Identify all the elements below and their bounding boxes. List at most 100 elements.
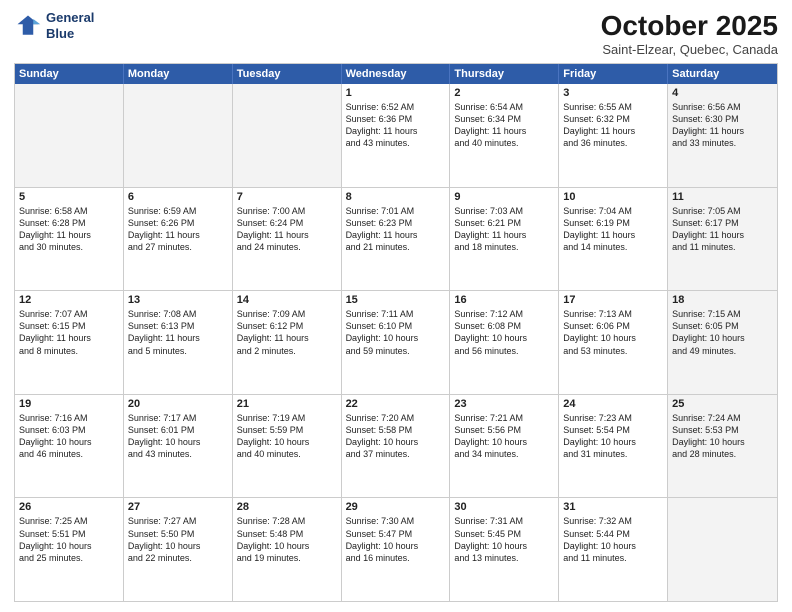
calendar-day-25: 25Sunrise: 7:24 AM Sunset: 5:53 PM Dayli… xyxy=(668,395,777,498)
day-info: Sunrise: 7:28 AM Sunset: 5:48 PM Dayligh… xyxy=(237,515,337,564)
day-number: 9 xyxy=(454,191,554,203)
weekday-header-wednesday: Wednesday xyxy=(342,64,451,84)
day-info: Sunrise: 7:05 AM Sunset: 6:17 PM Dayligh… xyxy=(672,205,773,254)
calendar-week-5: 26 Sunrise: 7:25 AM Sunset: 5:51 PM Dayli… xyxy=(15,497,777,601)
day-info: Sunrise: 6:52 AM Sunset: 6:36 PM Dayligh… xyxy=(346,101,446,150)
calendar-body: 1 Sunrise: 6:52 AM Sunset: 6:36 PM Daylig… xyxy=(15,84,777,601)
day-number: 5 xyxy=(19,191,119,203)
calendar-empty-cell xyxy=(15,84,124,187)
calendar-day-11: 11 Sunrise: 7:05 AM Sunset: 6:17 PM Dayli… xyxy=(668,188,777,291)
day-number: 6 xyxy=(128,191,228,203)
day-info: Sunrise: 7:07 AM Sunset: 6:15 PM Dayligh… xyxy=(19,308,119,357)
calendar-day-24: 24 Sunrise: 7:23 AM Sunset: 5:54 PM Dayli… xyxy=(559,395,668,498)
header: General Blue October 2025 Saint-Elzear, … xyxy=(14,10,778,57)
day-number: 27 xyxy=(128,501,228,513)
calendar-week-2: 5 Sunrise: 6:58 AM Sunset: 6:28 PM Daylig… xyxy=(15,187,777,291)
day-info: Sunrise: 7:09 AM Sunset: 6:12 PM Dayligh… xyxy=(237,308,337,357)
logo-line2: Blue xyxy=(46,26,74,41)
day-info: Sunrise: 7:27 AM Sunset: 5:50 PM Dayligh… xyxy=(128,515,228,564)
day-info: Sunrise: 7:23 AM Sunset: 5:54 PM Dayligh… xyxy=(563,412,663,461)
calendar-day-27: 27 Sunrise: 7:27 AM Sunset: 5:50 PM Dayli… xyxy=(124,498,233,601)
day-number: 25 xyxy=(672,398,773,410)
calendar-day-20: 20 Sunrise: 7:17 AM Sunset: 6:01 PM Dayli… xyxy=(124,395,233,498)
calendar-day-19: 19 Sunrise: 7:16 AM Sunset: 6:03 PM Dayli… xyxy=(15,395,124,498)
day-number: 21 xyxy=(237,398,337,410)
day-info: Sunrise: 6:59 AM Sunset: 6:26 PM Dayligh… xyxy=(128,205,228,254)
day-number: 28 xyxy=(237,501,337,513)
calendar-empty-cell xyxy=(124,84,233,187)
day-info: Sunrise: 7:30 AM Sunset: 5:47 PM Dayligh… xyxy=(346,515,446,564)
day-number: 7 xyxy=(237,191,337,203)
calendar-day-17: 17Sunrise: 7:13 AM Sunset: 6:06 PM Dayli… xyxy=(559,291,668,394)
weekday-header-saturday: Saturday xyxy=(668,64,777,84)
calendar-day-22: 22 Sunrise: 7:20 AM Sunset: 5:58 PM Dayli… xyxy=(342,395,451,498)
calendar-day-15: 15Sunrise: 7:11 AM Sunset: 6:10 PM Dayli… xyxy=(342,291,451,394)
calendar-day-16: 16 Sunrise: 7:12 AM Sunset: 6:08 PM Dayli… xyxy=(450,291,559,394)
day-number: 22 xyxy=(346,398,446,410)
calendar-day-4: 4 Sunrise: 6:56 AM Sunset: 6:30 PM Daylig… xyxy=(668,84,777,187)
day-number: 11 xyxy=(672,191,773,203)
day-info: Sunrise: 7:11 AM Sunset: 6:10 PM Dayligh… xyxy=(346,308,446,357)
calendar-day-2: 2Sunrise: 6:54 AM Sunset: 6:34 PM Daylig… xyxy=(450,84,559,187)
logo-line1: General xyxy=(46,10,94,25)
day-info: Sunrise: 7:16 AM Sunset: 6:03 PM Dayligh… xyxy=(19,412,119,461)
day-info: Sunrise: 7:19 AM Sunset: 5:59 PM Dayligh… xyxy=(237,412,337,461)
calendar-day-5: 5 Sunrise: 6:58 AM Sunset: 6:28 PM Daylig… xyxy=(15,188,124,291)
calendar-day-1: 1 Sunrise: 6:52 AM Sunset: 6:36 PM Daylig… xyxy=(342,84,451,187)
logo-text: General Blue xyxy=(46,10,94,41)
calendar-day-23: 23Sunrise: 7:21 AM Sunset: 5:56 PM Dayli… xyxy=(450,395,559,498)
day-info: Sunrise: 7:31 AM Sunset: 5:45 PM Dayligh… xyxy=(454,515,554,564)
calendar-day-26: 26 Sunrise: 7:25 AM Sunset: 5:51 PM Dayli… xyxy=(15,498,124,601)
day-number: 14 xyxy=(237,294,337,306)
title-block: October 2025 Saint-Elzear, Quebec, Canad… xyxy=(601,10,778,57)
day-number: 10 xyxy=(563,191,663,203)
day-number: 20 xyxy=(128,398,228,410)
calendar: SundayMondayTuesdayWednesdayThursdayFrid… xyxy=(14,63,778,602)
calendar-week-1: 1 Sunrise: 6:52 AM Sunset: 6:36 PM Daylig… xyxy=(15,84,777,187)
calendar-day-29: 29 Sunrise: 7:30 AM Sunset: 5:47 PM Dayli… xyxy=(342,498,451,601)
day-number: 2 xyxy=(454,87,554,99)
calendar-week-4: 19 Sunrise: 7:16 AM Sunset: 6:03 PM Dayli… xyxy=(15,394,777,498)
day-info: Sunrise: 6:58 AM Sunset: 6:28 PM Dayligh… xyxy=(19,205,119,254)
day-number: 16 xyxy=(454,294,554,306)
calendar-day-28: 28 Sunrise: 7:28 AM Sunset: 5:48 PM Dayli… xyxy=(233,498,342,601)
day-info: Sunrise: 7:20 AM Sunset: 5:58 PM Dayligh… xyxy=(346,412,446,461)
day-number: 19 xyxy=(19,398,119,410)
weekday-header-monday: Monday xyxy=(124,64,233,84)
day-number: 24 xyxy=(563,398,663,410)
day-info: Sunrise: 7:01 AM Sunset: 6:23 PM Dayligh… xyxy=(346,205,446,254)
calendar-day-8: 8 Sunrise: 7:01 AM Sunset: 6:23 PM Daylig… xyxy=(342,188,451,291)
day-info: Sunrise: 7:25 AM Sunset: 5:51 PM Dayligh… xyxy=(19,515,119,564)
day-info: Sunrise: 7:17 AM Sunset: 6:01 PM Dayligh… xyxy=(128,412,228,461)
calendar-empty-cell xyxy=(668,498,777,601)
day-info: Sunrise: 6:56 AM Sunset: 6:30 PM Dayligh… xyxy=(672,101,773,150)
day-number: 29 xyxy=(346,501,446,513)
day-info: Sunrise: 7:15 AM Sunset: 6:05 PM Dayligh… xyxy=(672,308,773,357)
calendar-day-21: 21 Sunrise: 7:19 AM Sunset: 5:59 PM Dayli… xyxy=(233,395,342,498)
weekday-header-tuesday: Tuesday xyxy=(233,64,342,84)
day-number: 30 xyxy=(454,501,554,513)
day-info: Sunrise: 7:32 AM Sunset: 5:44 PM Dayligh… xyxy=(563,515,663,564)
calendar-day-6: 6 Sunrise: 6:59 AM Sunset: 6:26 PM Daylig… xyxy=(124,188,233,291)
calendar-day-18: 18Sunrise: 7:15 AM Sunset: 6:05 PM Dayli… xyxy=(668,291,777,394)
calendar-week-3: 12Sunrise: 7:07 AM Sunset: 6:15 PM Dayli… xyxy=(15,290,777,394)
day-info: Sunrise: 7:04 AM Sunset: 6:19 PM Dayligh… xyxy=(563,205,663,254)
month-title: October 2025 xyxy=(601,10,778,42)
calendar-day-30: 30 Sunrise: 7:31 AM Sunset: 5:45 PM Dayli… xyxy=(450,498,559,601)
calendar-header: SundayMondayTuesdayWednesdayThursdayFrid… xyxy=(15,64,777,84)
location: Saint-Elzear, Quebec, Canada xyxy=(601,42,778,57)
day-number: 26 xyxy=(19,501,119,513)
day-info: Sunrise: 7:12 AM Sunset: 6:08 PM Dayligh… xyxy=(454,308,554,357)
day-number: 17 xyxy=(563,294,663,306)
day-info: Sunrise: 7:21 AM Sunset: 5:56 PM Dayligh… xyxy=(454,412,554,461)
weekday-header-thursday: Thursday xyxy=(450,64,559,84)
day-number: 8 xyxy=(346,191,446,203)
day-number: 1 xyxy=(346,87,446,99)
calendar-day-13: 13Sunrise: 7:08 AM Sunset: 6:13 PM Dayli… xyxy=(124,291,233,394)
day-number: 4 xyxy=(672,87,773,99)
day-number: 31 xyxy=(563,501,663,513)
calendar-day-3: 3Sunrise: 6:55 AM Sunset: 6:32 PM Daylig… xyxy=(559,84,668,187)
day-info: Sunrise: 7:03 AM Sunset: 6:21 PM Dayligh… xyxy=(454,205,554,254)
calendar-day-14: 14 Sunrise: 7:09 AM Sunset: 6:12 PM Dayli… xyxy=(233,291,342,394)
weekday-header-sunday: Sunday xyxy=(15,64,124,84)
